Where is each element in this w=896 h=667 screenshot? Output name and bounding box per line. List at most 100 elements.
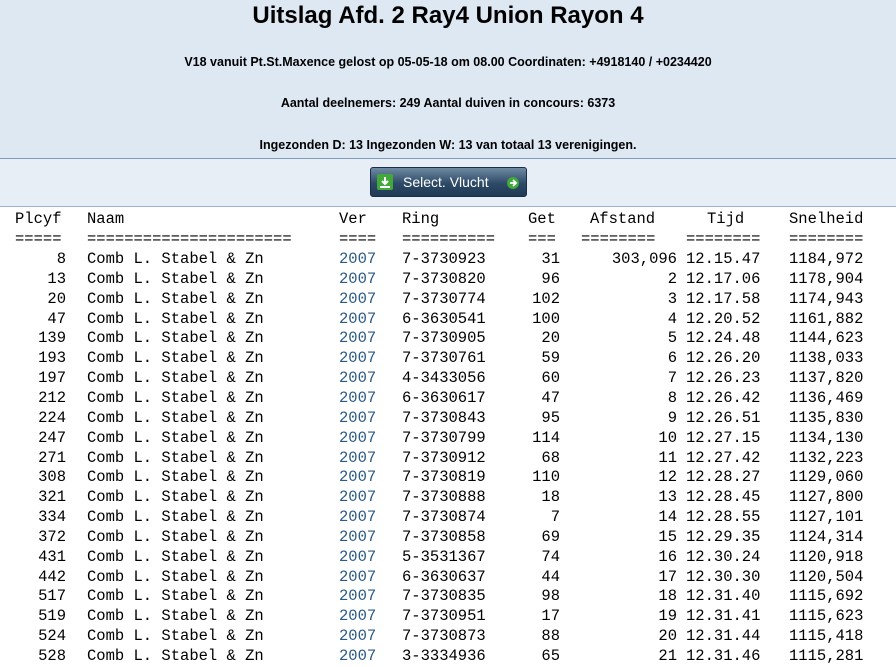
cell-ver[interactable]: 2007 <box>339 568 376 586</box>
cell-tijd: 12.31.41 <box>686 607 761 626</box>
cell-naam: Comb L. Stabel & Zn <box>87 527 264 546</box>
cell-ver[interactable]: 2007 <box>339 389 376 407</box>
cell-plcyf: 47 <box>47 309 66 328</box>
cell-ver[interactable]: 2007 <box>339 627 376 645</box>
cell-get: 44 <box>541 567 560 586</box>
table-row: 528 Comb L. Stabel & Zn 2007 3-3334936 65 21 1… <box>0 647 896 666</box>
cell-ver[interactable]: 2007 <box>339 607 376 625</box>
cell-snelheid: 1137,820 <box>789 369 864 388</box>
cell-get: 68 <box>541 448 560 467</box>
cell-snelheid: 1135,830 <box>789 408 864 427</box>
cell-ver[interactable]: 2007 <box>339 409 376 427</box>
col-header-ring: Ring <box>402 210 440 228</box>
cell-tijd: 12.17.58 <box>686 289 761 308</box>
cell-naam: Comb L. Stabel & Zn <box>87 428 264 447</box>
cell-afstand: 303,096 <box>611 250 677 268</box>
cell-naam: Comb L. Stabel & Zn <box>87 587 264 606</box>
cell-tijd: 12.28.55 <box>686 508 761 527</box>
cell-ver[interactable]: 2007 <box>339 508 376 526</box>
cell-plcyf: 308 <box>38 468 66 487</box>
cell-plcyf: 20 <box>47 289 66 308</box>
table-row: 431 Comb L. Stabel & Zn 2007 5-3531367 74 16 1… <box>0 548 896 567</box>
cell-ring: 6-3630541 <box>402 309 486 328</box>
cell-get: 31 <box>541 250 560 268</box>
table-row: 321 Comb L. Stabel & Zn 2007 7-3730888 18 13 1… <box>0 488 896 507</box>
cell-get: 60 <box>541 369 560 388</box>
cell-ver[interactable]: 2007 <box>339 250 376 268</box>
flight-info: V18 vanuit Pt.St.Maxence gelost op 05-05… <box>184 55 712 69</box>
cell-ver[interactable]: 2007 <box>339 329 376 347</box>
cell-ring: 7-3730799 <box>402 428 486 447</box>
table-row: 224 Comb L. Stabel & Zn 2007 7-3730843 95 9 12… <box>0 409 896 428</box>
cell-ver[interactable]: 2007 <box>339 468 376 486</box>
table-row: 47 Comb L. Stabel & Zn 2007 6-3630541 100 4 12… <box>0 310 896 329</box>
cell-plcyf: 321 <box>38 488 66 507</box>
table-row: 519 Comb L. Stabel & Zn 2007 7-3730951 17 19 1… <box>0 607 896 626</box>
cell-ver[interactable]: 2007 <box>339 429 376 447</box>
cell-ver[interactable]: 2007 <box>339 310 376 328</box>
cell-ver[interactable]: 2007 <box>339 587 376 605</box>
cell-tijd: 12.31.46 <box>686 647 761 665</box>
cell-snelheid: 1134,130 <box>789 428 864 447</box>
cell-ver[interactable]: 2007 <box>339 528 376 546</box>
cell-snelheid: 1120,918 <box>789 547 864 566</box>
cell-ver[interactable]: 2007 <box>339 548 376 566</box>
cell-afstand: 21 <box>658 647 677 665</box>
cell-ver[interactable]: 2007 <box>339 369 376 387</box>
select-flight-button[interactable]: Select. Vlucht <box>370 167 527 197</box>
cell-naam: Comb L. Stabel & Zn <box>87 388 264 407</box>
cell-snelheid: 1127,800 <box>789 488 864 507</box>
cell-ver[interactable]: 2007 <box>339 449 376 467</box>
cell-get: 69 <box>541 527 560 546</box>
cell-naam: Comb L. Stabel & Zn <box>87 547 264 566</box>
cell-ring: 7-3730888 <box>402 488 486 507</box>
header-underline: ===== ====================== ==== ======… <box>0 230 896 249</box>
cell-ring: 7-3730951 <box>402 607 486 626</box>
cell-snelheid: 1115,281 <box>789 647 864 665</box>
cell-naam: Comb L. Stabel & Zn <box>87 289 264 308</box>
cell-get: 102 <box>532 289 560 308</box>
cell-ring: 7-3730874 <box>402 508 486 527</box>
underline-plcyf: ===== <box>15 230 62 248</box>
cell-naam: Comb L. Stabel & Zn <box>87 488 264 507</box>
cell-ring: 7-3730820 <box>402 269 486 288</box>
col-header-ver: Ver <box>339 210 367 228</box>
cell-tijd: 12.17.06 <box>686 269 761 288</box>
cell-naam: Comb L. Stabel & Zn <box>87 269 264 288</box>
cell-snelheid: 1161,882 <box>789 309 864 328</box>
arrow-right-icon <box>506 176 520 193</box>
table-row: 8 Comb L. Stabel & Zn 2007 7-3730923 31 303,0… <box>0 250 896 269</box>
cell-tijd: 12.20.52 <box>686 309 761 328</box>
table-row: 442 Comb L. Stabel & Zn 2007 6-3630637 44 17 1… <box>0 568 896 587</box>
underline-tijd: ======== <box>686 230 761 248</box>
cell-ring: 7-3730835 <box>402 587 486 606</box>
cell-ver[interactable]: 2007 <box>339 488 376 506</box>
cell-ver[interactable]: 2007 <box>339 290 376 308</box>
cell-plcyf: 139 <box>38 329 66 348</box>
cell-get: 96 <box>541 269 560 288</box>
cell-snelheid: 1124,314 <box>789 527 864 546</box>
cell-naam: Comb L. Stabel & Zn <box>87 369 264 388</box>
cell-naam: Comb L. Stabel & Zn <box>87 250 264 268</box>
cell-plcyf: 519 <box>38 607 66 626</box>
cell-get: 18 <box>541 488 560 507</box>
table-row: 372 Comb L. Stabel & Zn 2007 7-3730858 69 15 1… <box>0 528 896 547</box>
cell-afstand: 4 <box>667 309 677 328</box>
cell-ver[interactable]: 2007 <box>339 270 376 288</box>
cell-snelheid: 1174,943 <box>789 289 864 308</box>
cell-naam: Comb L. Stabel & Zn <box>87 349 264 368</box>
cell-afstand: 6 <box>667 349 677 368</box>
cell-snelheid: 1129,060 <box>789 468 864 487</box>
table-row: 13 Comb L. Stabel & Zn 2007 7-3730820 96 2 12.… <box>0 270 896 289</box>
col-header-tijd: Tijd <box>707 210 745 228</box>
underline-get: === <box>528 230 556 248</box>
cell-afstand: 19 <box>658 607 677 626</box>
cell-naam: Comb L. Stabel & Zn <box>87 408 264 427</box>
cell-ver[interactable]: 2007 <box>339 647 376 665</box>
cell-naam: Comb L. Stabel & Zn <box>87 468 264 487</box>
cell-plcyf: 528 <box>38 647 66 665</box>
cell-ver[interactable]: 2007 <box>339 349 376 367</box>
cell-get: 20 <box>541 329 560 348</box>
cell-plcyf: 224 <box>38 408 66 427</box>
table-row: 517 Comb L. Stabel & Zn 2007 7-3730835 98 18 1… <box>0 587 896 606</box>
